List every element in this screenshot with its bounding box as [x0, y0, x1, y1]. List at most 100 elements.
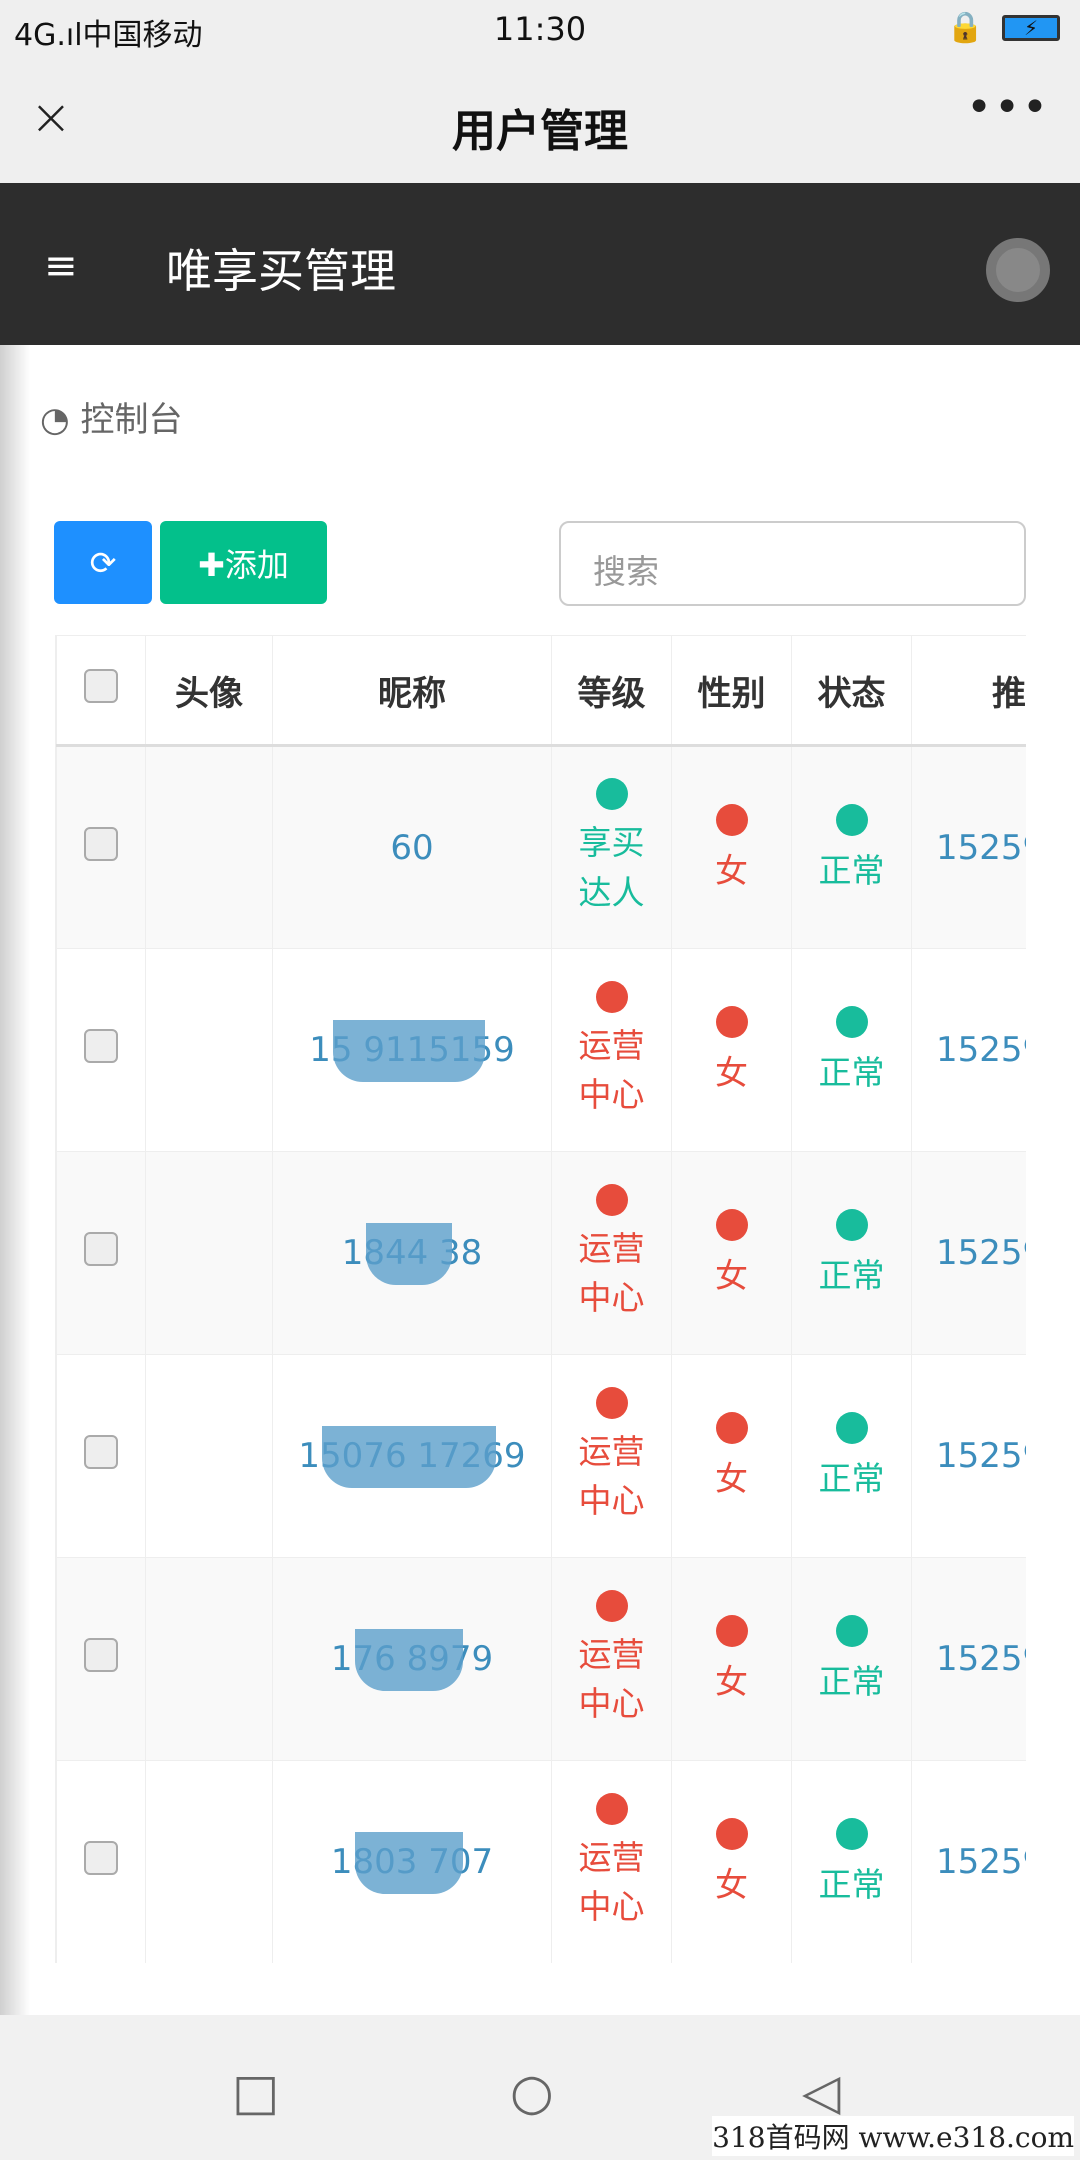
gender-dot-icon — [715, 1412, 748, 1444]
gender-dot-icon — [715, 1615, 748, 1647]
gender-label: 女 — [715, 1053, 748, 1092]
level-label: 运营中心 — [578, 1025, 645, 1115]
row-checkbox[interactable] — [84, 1232, 118, 1266]
nickname[interactable]: 60 — [390, 828, 433, 868]
redaction-blur — [365, 1223, 453, 1285]
rotation-lock-icon: 🔒 — [946, 10, 984, 45]
status-dot-icon — [835, 1818, 868, 1850]
row-checkbox[interactable] — [84, 1029, 118, 1063]
table-header: 头像 昵称 等级 性别 状态 推 — [56, 635, 1026, 747]
recents-icon[interactable]: □ — [232, 2063, 279, 2121]
gender-dot-icon — [715, 1818, 748, 1850]
table-row: 176 8979 运营中心 女 正常 15259 — [56, 1557, 1026, 1761]
menu-icon[interactable]: ≡ — [44, 243, 78, 289]
brand-title: 唯享买管理 — [166, 244, 396, 298]
refresh-button[interactable]: ⟳ — [54, 521, 152, 604]
referrer-phone: 15259 — [911, 1557, 1026, 1761]
gender-label: 女 — [715, 1256, 748, 1295]
gender-label: 女 — [715, 1662, 748, 1701]
col-nickname[interactable]: 昵称 — [272, 635, 552, 747]
table-row: 15 9115159 运营中心 女 正常 15259 — [56, 948, 1026, 1152]
level-label: 运营中心 — [578, 1431, 645, 1521]
gender-label: 女 — [715, 1459, 748, 1498]
table-row: 60 享买达人 女 正常 15259 — [56, 745, 1026, 949]
col-avatar[interactable]: 头像 — [145, 635, 273, 747]
status-dot-icon — [835, 1006, 868, 1038]
col-level[interactable]: 等级 — [551, 635, 672, 747]
status-dot-icon — [835, 803, 868, 836]
battery-icon: ⚡ — [1002, 14, 1060, 41]
col-status[interactable]: 状态 — [791, 635, 912, 747]
status-label: 正常 — [818, 1459, 885, 1498]
referrer-phone: 15259 — [911, 1151, 1026, 1355]
status-dot-icon — [835, 1615, 868, 1647]
row-checkbox[interactable] — [84, 1841, 118, 1875]
redaction-blur — [354, 1832, 464, 1894]
row-checkbox[interactable] — [84, 826, 118, 861]
gender-label: 女 — [715, 1865, 748, 1904]
level-label: 享买达人 — [578, 823, 645, 912]
level-dot-icon — [595, 1589, 628, 1622]
nickname[interactable]: 15076 17269 — [298, 1426, 526, 1488]
level-dot-icon — [595, 1183, 628, 1216]
avatar-cell — [145, 1151, 273, 1355]
row-checkbox[interactable] — [84, 1638, 118, 1672]
dashboard-icon: ◔ — [40, 400, 70, 440]
more-icon[interactable]: ••• — [966, 82, 1050, 133]
level-label: 运营中心 — [578, 1837, 645, 1927]
breadcrumb-label: 控制台 — [80, 400, 183, 440]
table-row: 15076 17269 运营中心 女 正常 15259 — [56, 1354, 1026, 1558]
table-row: 1844 38 运营中心 女 正常 15259 — [56, 1151, 1026, 1355]
gender-dot-icon — [715, 1209, 748, 1241]
redaction-blur — [322, 1426, 496, 1488]
avatar-cell — [145, 1557, 273, 1761]
status-label: 正常 — [818, 1256, 885, 1295]
table-row: 1803 707 运营中心 女 正常 15259 — [56, 1760, 1026, 1963]
referrer-phone: 15259 — [911, 745, 1026, 949]
watermark: 318首码网 www.e318.com — [712, 2116, 1074, 2156]
referrer-phone: 15259 — [911, 1760, 1026, 1963]
level-label: 运营中心 — [578, 1634, 645, 1724]
avatar-cell — [145, 1760, 273, 1963]
status-dot-icon — [835, 1412, 868, 1444]
gender-dot-icon — [715, 1006, 748, 1038]
nickname[interactable]: 1803 707 — [331, 1832, 493, 1894]
status-label: 正常 — [818, 1662, 885, 1701]
status-dot-icon — [835, 1209, 868, 1241]
back-icon[interactable]: ◁ — [802, 2063, 840, 2121]
nickname[interactable]: 15 9115159 — [309, 1020, 515, 1082]
level-label: 运营中心 — [578, 1228, 645, 1318]
gender-dot-icon — [715, 803, 748, 836]
gender-label: 女 — [715, 850, 748, 890]
user-table: 头像 昵称 等级 性别 状态 推 60 享买达人 女 正常 15259 15 9… — [55, 635, 1026, 1963]
clock: 11:30 — [493, 10, 587, 48]
col-gender[interactable]: 性别 — [671, 635, 792, 747]
status-label: 正常 — [818, 1865, 885, 1904]
avatar[interactable] — [986, 238, 1050, 302]
home-icon[interactable]: ○ — [510, 2063, 554, 2121]
referrer-phone: 15259 — [911, 1354, 1026, 1558]
status-label: 正常 — [818, 850, 885, 890]
app-header: ≡ 唯享买管理 — [0, 183, 1080, 345]
sidebar-shadow — [0, 345, 30, 2015]
avatar-cell — [145, 745, 273, 949]
level-dot-icon — [595, 980, 628, 1013]
search-input[interactable]: 搜索 — [559, 521, 1026, 606]
avatar-cell — [145, 1354, 273, 1558]
breadcrumb[interactable]: ◔ 控制台 — [40, 392, 182, 441]
status-label: 正常 — [818, 1053, 885, 1092]
row-checkbox[interactable] — [84, 1435, 118, 1469]
status-bar: 4G.ıl中国移动 11:30 🔒 ⚡ — [0, 0, 1080, 60]
col-referrer[interactable]: 推 — [911, 635, 1026, 747]
level-dot-icon — [595, 1792, 628, 1825]
select-all-checkbox[interactable] — [84, 668, 118, 703]
page-title: 用户管理 — [452, 106, 628, 157]
redaction-blur — [354, 1629, 464, 1691]
level-dot-icon — [595, 778, 628, 810]
avatar-cell — [145, 948, 273, 1152]
add-button[interactable]: ✚添加 — [160, 521, 327, 604]
redaction-blur — [333, 1020, 485, 1082]
nickname[interactable]: 176 8979 — [331, 1629, 493, 1691]
referrer-phone: 15259 — [911, 948, 1026, 1152]
nickname[interactable]: 1844 38 — [342, 1223, 482, 1285]
